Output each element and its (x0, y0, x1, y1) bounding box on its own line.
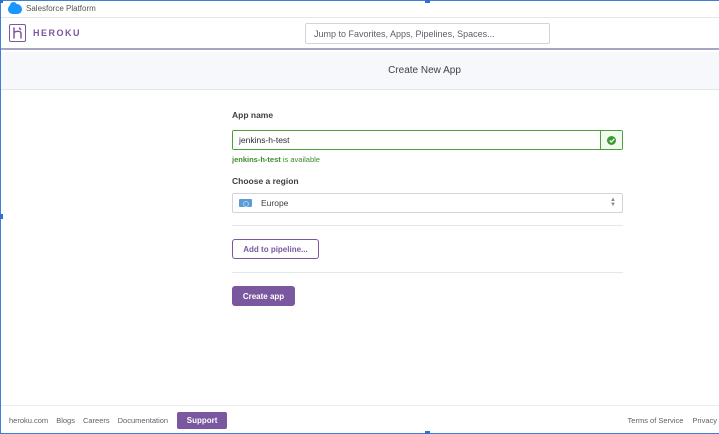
add-to-pipeline-button[interactable]: Add to pipeline... (232, 239, 319, 259)
page-header: Create New App (0, 52, 719, 90)
footer-link-privacy[interactable]: Privacy (692, 416, 717, 425)
search-input[interactable]: Jump to Favorites, Apps, Pipelines, Spac… (305, 23, 550, 44)
availability-app-name: jenkins-h-test (232, 155, 281, 164)
footer-link-heroku[interactable]: heroku.com (9, 416, 48, 425)
resize-handle[interactable] (425, 0, 430, 3)
support-button[interactable]: Support (177, 411, 228, 429)
footer: heroku.com Blogs Careers Documentation S… (0, 405, 719, 434)
heroku-logo-icon[interactable] (9, 24, 26, 42)
region-select[interactable]: Europe ▲ ▼ (232, 193, 623, 213)
region-value: Europe (261, 198, 289, 208)
footer-link-blogs[interactable]: Blogs (56, 416, 75, 425)
resize-handle[interactable] (0, 214, 3, 219)
footer-link-terms[interactable]: Terms of Service (628, 416, 684, 425)
availability-message: jenkins-h-test is available (232, 155, 623, 164)
app-name-label: App name (232, 110, 274, 120)
check-icon (607, 135, 616, 145)
validation-status (600, 131, 622, 149)
divider (232, 272, 623, 273)
app-header: HEROKU Jump to Favorites, Apps, Pipeline… (0, 18, 719, 50)
eu-flag-icon (239, 199, 252, 207)
app-name-input[interactable]: jenkins-h-test (233, 131, 600, 149)
footer-right-links: Terms of Service Privacy (619, 406, 717, 434)
platform-bar: Salesforce Platform (0, 0, 719, 18)
region-label: Choose a region (232, 176, 299, 186)
create-app-form: App name jenkins-h-test jenkins-h-test i… (232, 110, 623, 306)
divider (232, 225, 623, 226)
availability-text: is available (280, 155, 320, 164)
app-name-field-wrap: jenkins-h-test (232, 130, 623, 150)
create-app-button[interactable]: Create app (232, 286, 295, 306)
updown-arrows-icon: ▲ ▼ (610, 197, 616, 208)
brand-name[interactable]: HEROKU (33, 28, 81, 38)
platform-label: Salesforce Platform (26, 4, 96, 13)
footer-link-documentation[interactable]: Documentation (118, 416, 168, 425)
page-title: Create New App (388, 65, 461, 76)
salesforce-cloud-icon (8, 1, 22, 14)
footer-link-careers[interactable]: Careers (83, 416, 110, 425)
resize-handle[interactable] (0, 0, 3, 3)
